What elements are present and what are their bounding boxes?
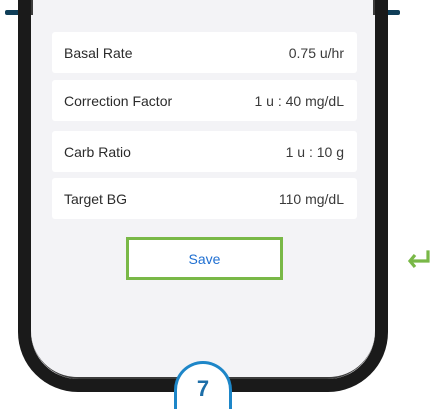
row-value: 110 mg/dL: [278, 190, 344, 207]
row-label: Correction Factor: [64, 92, 173, 109]
row-value: 1 u : 40 mg/dL: [254, 92, 344, 109]
row-label: Target BG: [64, 190, 128, 207]
row-label: Carb Ratio: [64, 143, 131, 160]
settings-row-basal-rate[interactable]: Basal Rate 0.75 u/hr: [52, 32, 357, 73]
row-label: Basal Rate: [64, 44, 133, 61]
return-arrow-icon: [407, 250, 430, 269]
settings-row-carb-ratio[interactable]: Carb Ratio 1 u : 10 g: [52, 131, 357, 172]
save-button[interactable]: Save: [126, 237, 283, 280]
stage: Basal Rate 0.75 u/hr Correction Factor 1…: [0, 0, 438, 409]
settings-row-correction-factor[interactable]: Correction Factor 1 u : 40 mg/dL: [52, 80, 357, 121]
settings-row-target-bg[interactable]: Target BG 110 mg/dL: [52, 178, 357, 219]
row-value: 1 u : 10 g: [285, 143, 344, 160]
row-value: 0.75 u/hr: [288, 44, 344, 61]
